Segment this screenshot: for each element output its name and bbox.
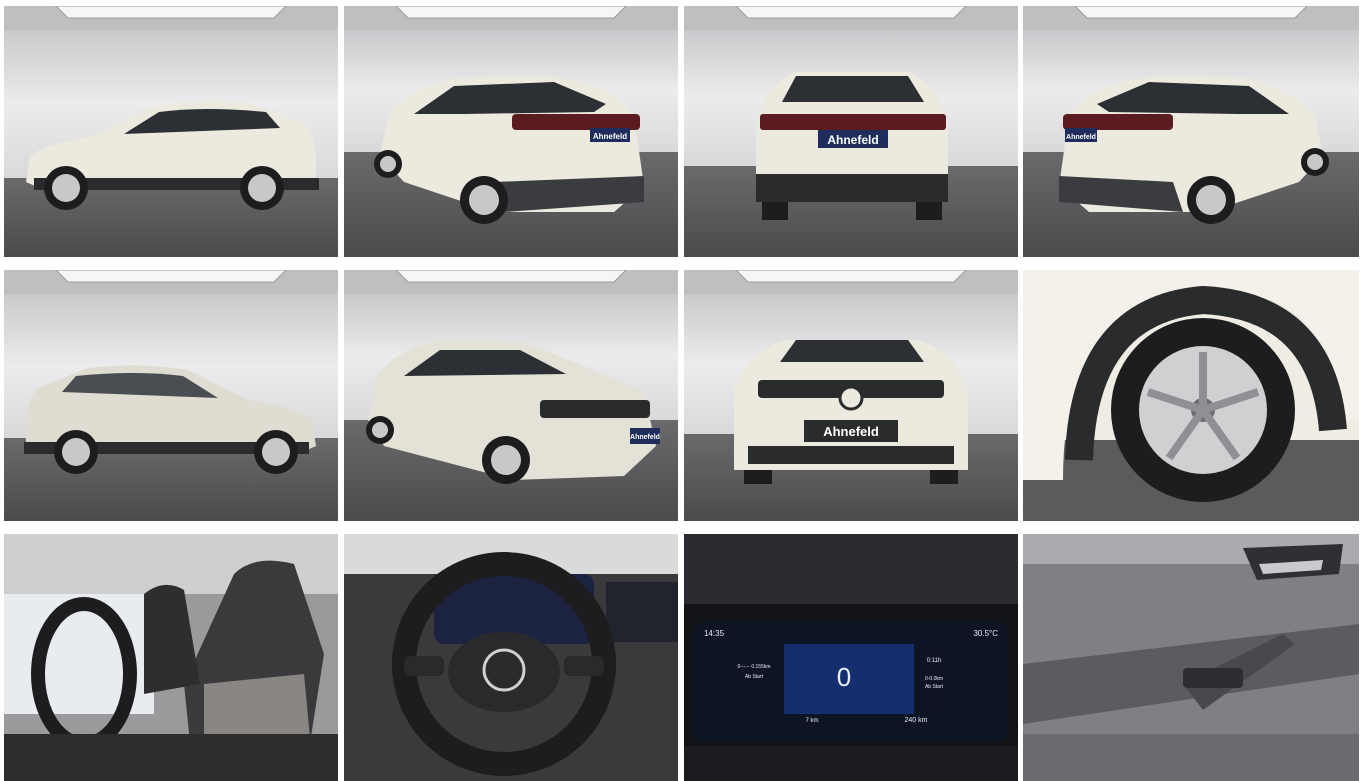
photo-front-seats[interactable] <box>4 534 338 781</box>
cluster-temp: 30.5°C <box>973 629 998 638</box>
cluster-speed: 0 <box>837 662 851 692</box>
car-rear-photo-icon: Ahnefeld <box>684 6 1018 257</box>
cluster-left-trip: 0---.-- 0.155km <box>737 664 770 670</box>
photo-car-side-left[interactable] <box>4 6 338 257</box>
front-seats-photo-icon <box>4 534 338 781</box>
rear-plate-text-2: Ahnefeld <box>827 133 878 147</box>
photo-car-side-right[interactable] <box>4 270 338 521</box>
cluster-right-trip: 0:11h <box>927 658 942 664</box>
steering-wheel-photo-icon <box>344 534 678 781</box>
rear-plate-text-3: Ahnefeld <box>1066 134 1096 141</box>
car-front-photo-icon: Ahnefeld <box>684 270 1018 521</box>
car-rear-three-quarter-left-photo-icon: Ahnefeld <box>344 6 678 257</box>
car-rear-three-quarter-right-photo-icon: Ahnefeld <box>1023 6 1359 257</box>
photo-instrument-cluster[interactable]: 14:35 30.5°C 0 0---.-- 0.155km Ab Start … <box>684 534 1018 781</box>
front-plate-text-2: Ahnefeld <box>823 424 879 439</box>
cluster-odometer: 7 km <box>805 718 818 724</box>
car-front-three-quarter-photo-icon: Ahnefeld <box>344 270 678 521</box>
instrument-cluster-photo-icon: 14:35 30.5°C 0 0---.-- 0.155km Ab Start … <box>684 534 1018 781</box>
rear-plate-text: Ahnefeld <box>593 132 627 141</box>
photo-steering-wheel[interactable] <box>344 534 678 781</box>
photo-car-rear[interactable]: Ahnefeld <box>684 6 1018 257</box>
photo-door-panel[interactable] <box>1023 534 1359 781</box>
photo-car-front-three-quarter[interactable]: Ahnefeld <box>344 270 678 521</box>
front-plate-text: Ahnefeld <box>630 434 660 441</box>
car-side-left-photo-icon <box>4 6 338 257</box>
cluster-left-label: Ab Start <box>745 674 764 680</box>
door-panel-photo-icon <box>1023 534 1359 781</box>
photo-car-rear-three-quarter-left[interactable]: Ahnefeld <box>344 6 678 257</box>
cluster-right-sub: 0-0.0km <box>925 676 943 682</box>
photo-wheel-closeup[interactable] <box>1023 270 1359 521</box>
wheel-closeup-photo-icon <box>1023 270 1359 521</box>
cluster-right-label: Ab Start <box>925 684 944 690</box>
car-side-right-photo-icon <box>4 270 338 521</box>
cluster-range: 240 km <box>905 717 928 724</box>
photo-gallery: Ahnefeld Ahnefeld Ahnefeld Ahnefeld Ahne… <box>0 0 1365 781</box>
cluster-time: 14:35 <box>704 629 725 638</box>
photo-car-rear-three-quarter-right[interactable]: Ahnefeld <box>1023 6 1359 257</box>
photo-car-front[interactable]: Ahnefeld <box>684 270 1018 521</box>
